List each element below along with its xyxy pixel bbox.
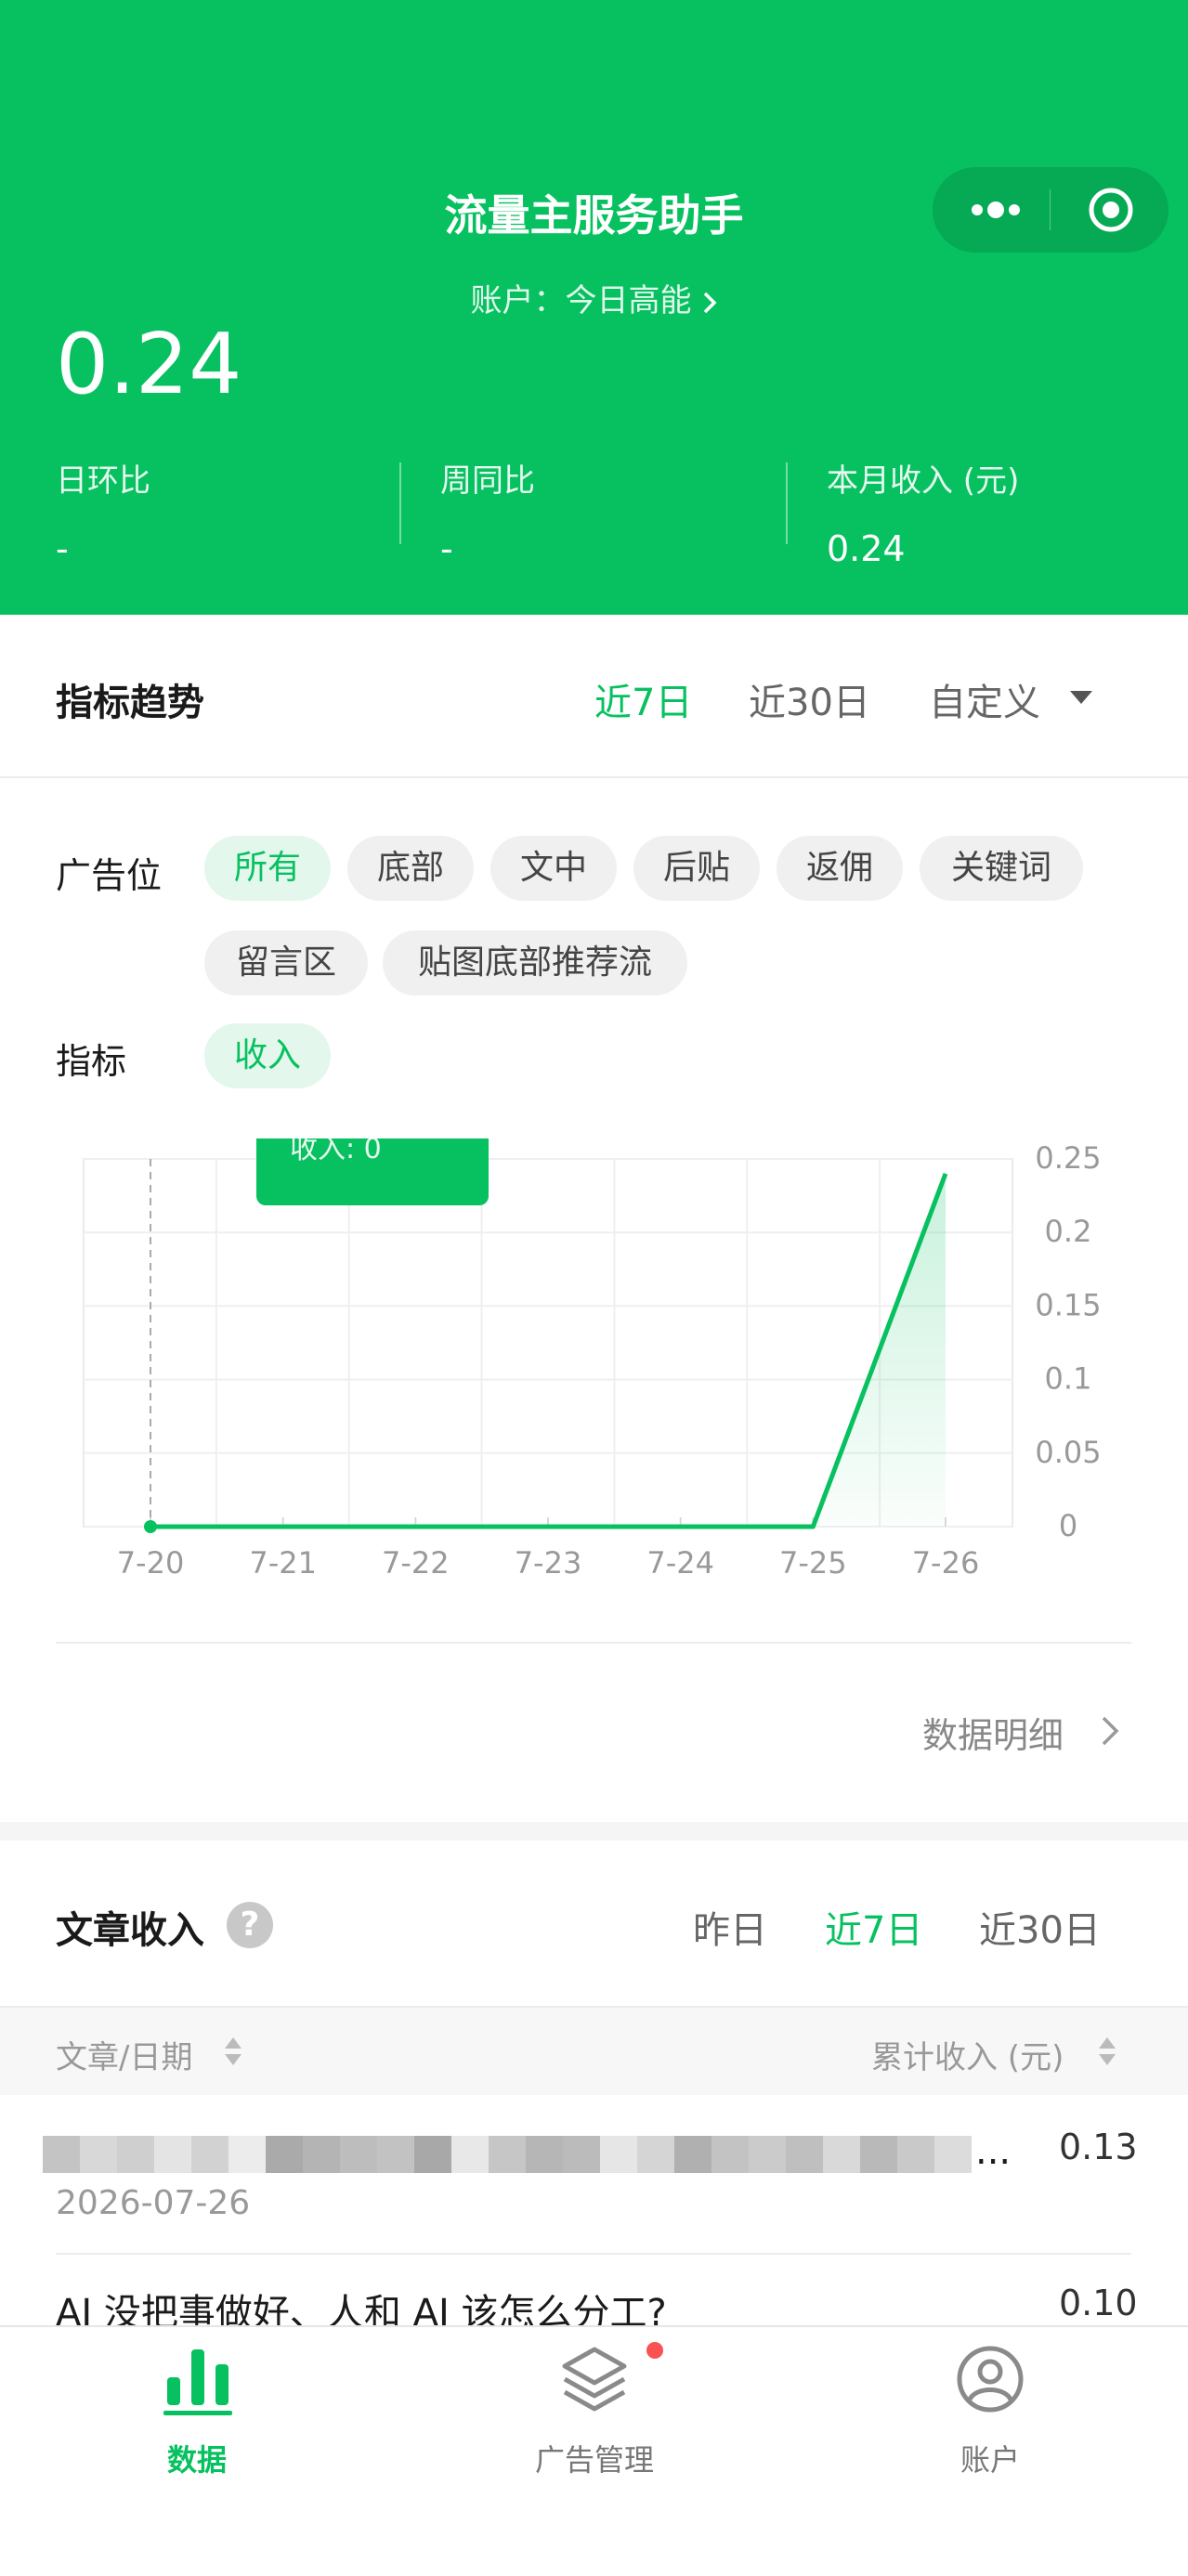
article-income-value: 0.13 — [1059, 2127, 1138, 2167]
user-circle-icon — [957, 2346, 1024, 2413]
article-date: 2026-07-26 — [56, 2184, 251, 2222]
sort-icon[interactable] — [1097, 2036, 1117, 2067]
data-detail-link[interactable]: 数据明细 — [922, 1707, 1064, 1758]
tab-label: 数据 — [166, 2442, 227, 2478]
tab-label: 账户 — [960, 2442, 1020, 2478]
range-30-days[interactable]: 近30日 — [979, 1900, 1101, 1954]
data-point-highlight — [144, 1520, 157, 1533]
range-yesterday[interactable]: 昨日 — [693, 1900, 767, 1954]
help-icon[interactable]: ? — [227, 1902, 273, 1948]
article-income-value: 0.10 — [1059, 2283, 1138, 2323]
income-trend-chart: 0 0.05 0.1 0.15 0.2 0.25 7-20 7-21 7-22 7-23 7-24 7… — [83, 1140, 1102, 1581]
column-article-date[interactable]: 文章/日期 — [56, 2032, 192, 2077]
tooltip-text: 收入: 0 — [290, 1138, 382, 1165]
y-tick-label: 0.15 — [1035, 1287, 1101, 1322]
redacted-article-title[interactable] — [43, 2136, 972, 2173]
layers-icon — [562, 2347, 627, 2412]
series-line — [150, 1172, 948, 1529]
article-title[interactable]: ... — [975, 2130, 1011, 2173]
y-tick-label: 0.25 — [1035, 1140, 1101, 1176]
y-tick-label: 0.2 — [1045, 1214, 1092, 1249]
notification-badge — [646, 2342, 663, 2359]
article-income-title: 文章收入 — [56, 1909, 204, 1952]
divider — [56, 1642, 1131, 1644]
tab-label: 广告管理 — [534, 2442, 654, 2478]
column-cumulative-income[interactable]: 累计收入 (元) — [871, 2032, 1064, 2077]
range-7-days[interactable]: 近7日 — [825, 1900, 922, 1954]
x-tick-label: 7-25 — [779, 1545, 847, 1581]
y-tick-label: 0 — [1059, 1508, 1077, 1543]
y-tick-label: 0.05 — [1035, 1435, 1101, 1470]
x-tick-label: 7-22 — [382, 1545, 450, 1581]
bar-chart-icon — [163, 2349, 232, 2415]
x-tick-label: 7-26 — [912, 1545, 980, 1581]
x-tick-label: 7-24 — [646, 1545, 714, 1581]
x-tick-label: 7-20 — [117, 1545, 185, 1581]
chevron-right-icon[interactable] — [1100, 1714, 1120, 1748]
sort-icon[interactable] — [223, 2036, 243, 2067]
y-tick-label: 0.1 — [1045, 1361, 1092, 1397]
app-root: 流量主服务助手 账户：今日高能 0.24 日环比 - 周同比 - 本月收入 (元… — [0, 0, 1188, 2576]
x-tick-label: 7-23 — [515, 1545, 582, 1581]
divider — [56, 2253, 1131, 2255]
chart-tooltip: 收入: 0 — [256, 1138, 489, 1205]
series-area — [150, 1173, 946, 1527]
x-tick-label: 7-21 — [249, 1545, 317, 1581]
